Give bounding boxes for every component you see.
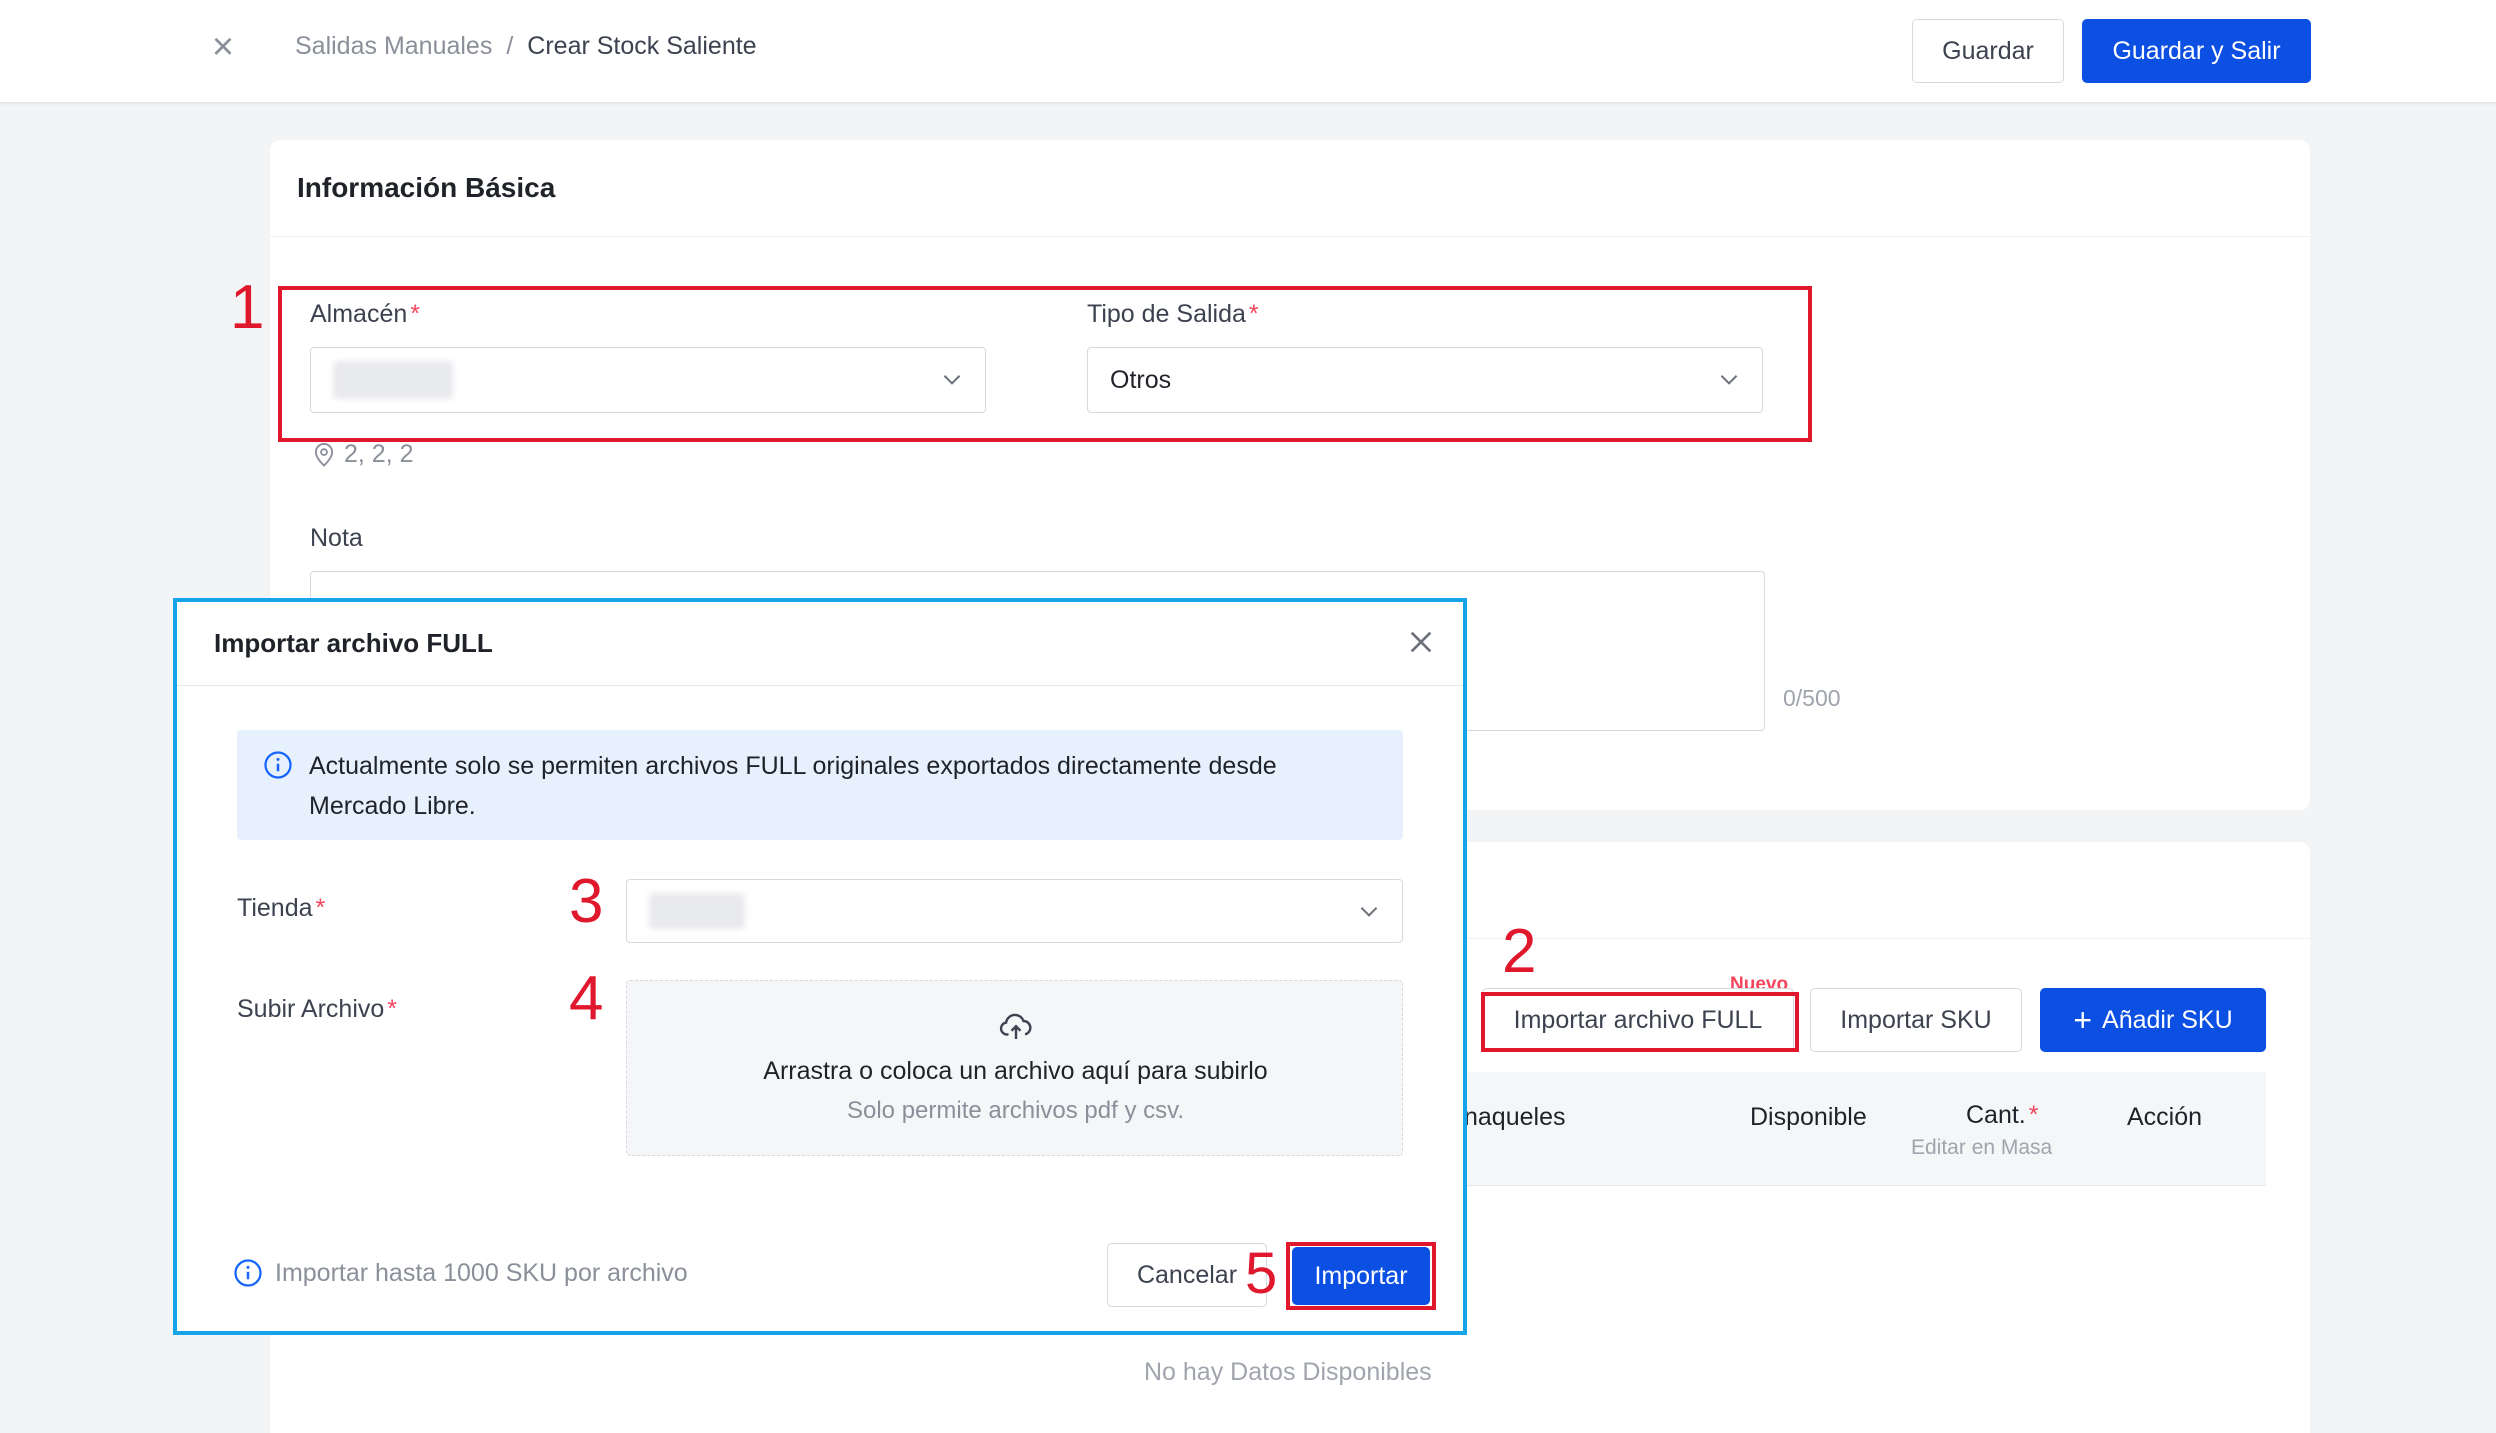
modal-title: Importar archivo FULL [214,628,493,658]
import-full-modal: Importar archivo FULL Actualmente solo s… [173,598,1467,1335]
info-icon [234,1259,262,1287]
breadcrumb-separator: / [506,32,514,60]
upload-dropzone[interactable]: Arrastra o coloca un archivo aquí para s… [626,980,1403,1156]
annotation-number-1: 1 [230,273,265,342]
annotation-box-1 [278,286,1812,442]
info-alert: Actualmente solo se permiten archivos FU… [237,730,1403,840]
breadcrumb: Salidas Manuales / Crear Stock Saliente [295,32,757,61]
warehouse-location: 2, 2, 2 [310,440,414,469]
info-icon [264,751,292,779]
store-select[interactable] [626,879,1403,943]
save-button[interactable]: Guardar [1912,19,2064,83]
breadcrumb-parent[interactable]: Salidas Manuales [295,32,492,61]
blurred-value [649,893,745,929]
location-text: 2, 2, 2 [344,440,414,468]
column-available: Disponible [1750,1103,1867,1131]
annotation-box-5 [1286,1242,1436,1310]
plus-icon: + [2073,1002,2093,1038]
chevron-down-icon [1360,907,1378,917]
import-sku-button[interactable]: Importar SKU [1810,988,2022,1052]
note-counter: 0/500 [1783,685,1841,711]
upload-label: Subir Archivo * [237,995,398,1023]
column-quantity: Cant. * [1966,1101,2039,1129]
empty-state-text: No hay Datos Disponibles [1144,1358,1432,1386]
annotation-number-2: 2 [1502,917,1537,986]
close-icon[interactable]: × [206,28,240,66]
cloud-upload-icon [999,1013,1032,1039]
upload-main-text: Arrastra o coloca un archivo aquí para s… [763,1057,1268,1085]
column-action: Acción [2127,1103,2203,1131]
annotation-number-5: 5 [1245,1241,1278,1306]
breadcrumb-current: Crear Stock Saliente [527,32,757,60]
divider [177,685,1463,686]
close-icon[interactable] [1405,626,1437,658]
section-title: Información Básica [297,172,556,203]
store-label: Tienda * [237,894,326,922]
annotation-number-4: 4 [569,964,604,1033]
bulk-edit-link[interactable]: Editar en Masa [1911,1136,2052,1160]
column-shelves: naqueles [1464,1103,1566,1131]
divider [270,236,2310,237]
annotation-number-3: 3 [569,867,604,936]
footer-info: Importar hasta 1000 SKU por archivo [233,1258,688,1288]
info-alert-text: Actualmente solo se permiten archivos FU… [309,752,1277,820]
footer-info-text: Importar hasta 1000 SKU por archivo [275,1258,688,1287]
annotation-box-2 [1481,992,1799,1052]
upload-sub-text: Solo permite archivos pdf y csv. [846,1097,1185,1124]
add-sku-button[interactable]: + Añadir SKU [2040,988,2266,1052]
add-sku-label: Añadir SKU [2102,1005,2233,1034]
note-label: Nota [310,524,363,552]
top-bar: × Salidas Manuales / Crear Stock Salient… [0,0,2496,103]
cancel-button[interactable]: Cancelar [1107,1243,1267,1307]
location-pin-icon [314,442,334,467]
save-and-exit-button[interactable]: Guardar y Salir [2082,19,2311,83]
